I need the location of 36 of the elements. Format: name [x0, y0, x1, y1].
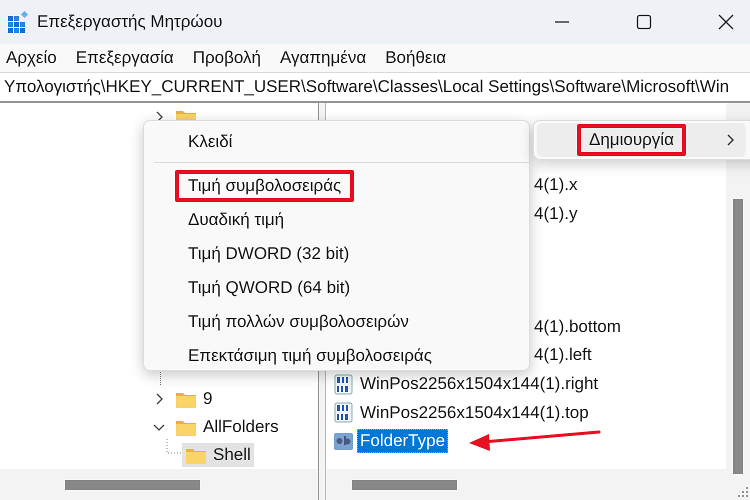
resize-grip-icon[interactable] — [738, 487, 748, 497]
binary-value-icon — [333, 374, 354, 395]
window-title: Επεξεργαστής Μητρώου — [37, 12, 222, 32]
close-icon[interactable] — [718, 14, 734, 30]
menu-item[interactable]: Δυαδική τιμή — [175, 204, 298, 236]
value-name[interactable]: WinPos2256x1504x144(1).top — [357, 400, 592, 425]
menu-item[interactable]: Προβολή — [192, 48, 261, 68]
maximize-icon[interactable] — [636, 14, 652, 30]
value-name[interactable]: 4(1).bottom — [531, 314, 624, 339]
menu-item[interactable]: Επεκτάσιμη τιμή συμβολοσειράς — [175, 340, 445, 372]
menu-item[interactable]: Κλειδί — [175, 126, 246, 158]
value-name[interactable]: FolderType — [357, 429, 448, 454]
value-name[interactable]: 4(1).left — [531, 343, 595, 368]
tree-item[interactable]: Shell — [182, 443, 254, 467]
menu-item[interactable]: Αγαπημένα — [280, 48, 366, 68]
menu-item[interactable]: Αρχείο — [6, 48, 57, 68]
binary-value-icon — [333, 402, 354, 424]
menu-item[interactable]: Τιμή πολλών συμβολοσειρών — [175, 306, 422, 338]
menu-item[interactable]: Τιμή QWORD (64 bit) — [175, 272, 364, 304]
menu-item[interactable]: Επεξεργασία — [76, 48, 174, 68]
menu-item[interactable]: Δημιουργία — [537, 123, 746, 157]
scrollbar-thumb[interactable] — [352, 480, 457, 490]
value-name[interactable]: WinPos2256x1504x144(1).right — [357, 372, 602, 396]
scrollbar-thumb[interactable] — [65, 480, 200, 490]
scrollbar-thumb[interactable] — [733, 199, 743, 474]
value-name[interactable]: 4(1).x — [531, 173, 580, 198]
registry-icon — [7, 11, 29, 33]
address-field[interactable]: Υπολογιστής\HKEY_CURRENT_USER\Software\Classes\Local Settings\Software\Microsoft\Win — [0, 72, 750, 103]
tree-line — [166, 439, 182, 454]
menu-item[interactable]: Τιμή συμβολοσειράς — [175, 170, 354, 202]
menu-item[interactable]: Τιμή DWORD (32 bit) — [175, 238, 362, 270]
tree-item[interactable]: 9 — [172, 387, 216, 411]
menu-item[interactable]: Βοήθεια — [385, 48, 446, 68]
tree-item[interactable]: AllFolders — [172, 415, 282, 439]
value-name[interactable]: 4(1).y — [531, 202, 580, 226]
string-value-icon — [333, 430, 354, 452]
